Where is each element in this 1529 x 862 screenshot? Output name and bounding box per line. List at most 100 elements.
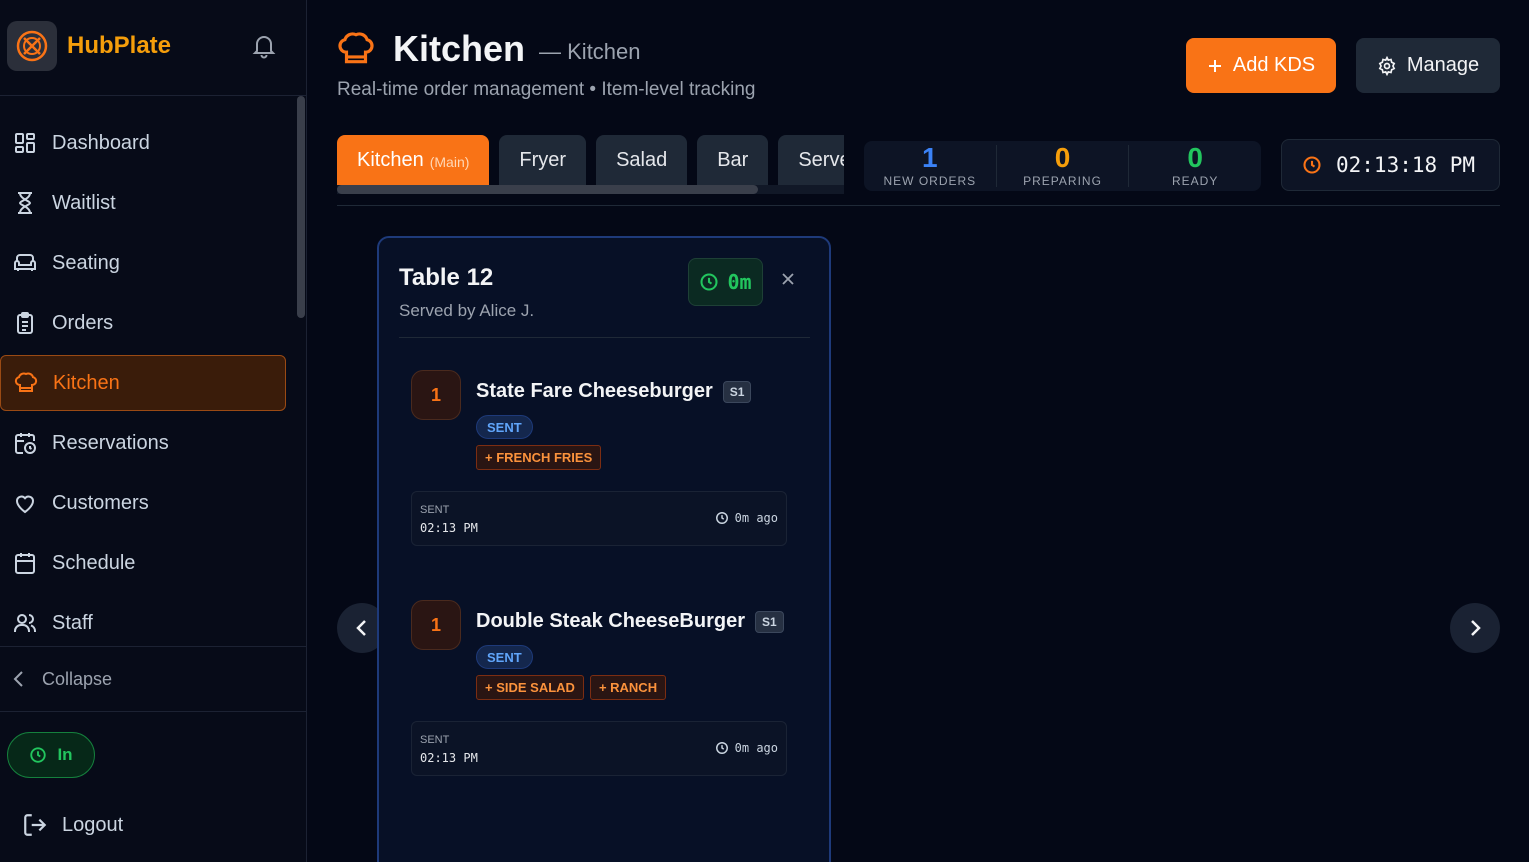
- heart-icon: [12, 490, 38, 516]
- page-header: Kitchen — Kitchen: [337, 28, 641, 70]
- tab-bar[interactable]: Bar: [697, 135, 769, 185]
- tab-kitchen[interactable]: Kitchen (Main): [337, 135, 490, 185]
- clock-icon: [1302, 155, 1322, 175]
- bell-icon[interactable]: [252, 33, 276, 64]
- stat-value: 0: [1187, 142, 1203, 173]
- page-title: Kitchen: [393, 28, 526, 69]
- stat-value: 0: [1054, 142, 1071, 173]
- sidebar-item-staff[interactable]: Staff: [0, 595, 296, 651]
- clipboard-icon: [12, 310, 38, 336]
- chevron-left-icon: [355, 618, 369, 638]
- sidebar-item-label: Staff: [52, 611, 93, 634]
- clock-time: 02:13:18 PM: [1336, 153, 1476, 177]
- sidebar-item-orders[interactable]: Orders: [0, 295, 296, 351]
- order-ticket[interactable]: Table 12 Served by Alice J. 0m 1 State F…: [377, 236, 831, 862]
- next-ticket-button[interactable]: [1450, 603, 1500, 653]
- sent-ago-value: 0m ago: [734, 511, 778, 525]
- tab-label: Bar: [717, 148, 749, 171]
- tab-label: Server: [798, 148, 844, 171]
- item-name-row: Double Steak CheeseBurger S1: [476, 610, 784, 633]
- clock-in-status-button[interactable]: In: [7, 732, 95, 778]
- chef-hat-icon: [337, 30, 375, 68]
- sidebar-item-kitchen[interactable]: Kitchen: [0, 355, 286, 411]
- item-name: State Fare Cheeseburger: [476, 380, 713, 402]
- clock-in-status: In: [57, 745, 73, 764]
- collapse-button[interactable]: Collapse: [0, 646, 306, 712]
- item-quantity: 1: [411, 370, 461, 420]
- stat-new-orders: 1 NEW ORDERS: [864, 142, 996, 189]
- status-badge[interactable]: SENT: [476, 415, 533, 439]
- stat-value: 1: [922, 142, 938, 173]
- chevron-left-icon: [12, 670, 26, 688]
- calendar-clock-icon: [12, 430, 38, 456]
- sidebar-nav: Dashboard Waitlist Seating Orders Kitche…: [0, 115, 296, 655]
- stat-label: READY: [1172, 174, 1219, 188]
- sidebar-item-label: Reservations: [52, 431, 169, 454]
- ticket-timer: 0m: [688, 258, 763, 306]
- close-icon[interactable]: [781, 272, 795, 291]
- sidebar-item-label: Dashboard: [52, 131, 150, 154]
- stat-label: PREPARING: [1023, 174, 1102, 188]
- sent-label: SENT: [420, 504, 450, 516]
- ticket-table: Table 12: [399, 264, 494, 291]
- add-kds-button[interactable]: Add KDS: [1186, 38, 1336, 93]
- live-clock: 02:13:18 PM: [1281, 139, 1500, 191]
- sidebar-item-label: Kitchen: [53, 371, 120, 394]
- sidebar-item-seating[interactable]: Seating: [0, 235, 296, 291]
- clock-icon: [715, 742, 728, 754]
- station-tabs: Kitchen (Main) Fryer Salad Bar Server: [337, 135, 844, 195]
- sent-info: SENT 02:13 PM 0m ago: [411, 491, 787, 546]
- tab-salad[interactable]: Salad: [596, 135, 688, 185]
- sent-ago-value: 0m ago: [734, 741, 778, 755]
- modifiers: + FRENCH FRIES: [476, 445, 602, 470]
- sidebar-item-reservations[interactable]: Reservations: [0, 415, 296, 471]
- tab-label: Kitchen: [357, 148, 424, 171]
- logout-label: Logout: [62, 813, 124, 836]
- gear-icon: [1377, 55, 1397, 76]
- chef-hat-icon: [13, 370, 39, 396]
- header-divider: [337, 205, 1500, 206]
- tabs-scrollbar[interactable]: [337, 185, 758, 194]
- tab-label: Salad: [616, 148, 668, 171]
- modifier-tag: + FRENCH FRIES: [476, 445, 602, 470]
- plus-icon: [1207, 58, 1223, 74]
- sent-ago: 0m ago: [715, 511, 778, 525]
- ticket-timer-value: 0m: [727, 270, 752, 294]
- sofa-icon: [12, 250, 38, 276]
- sidebar-item-schedule[interactable]: Schedule: [0, 535, 296, 591]
- modifier-tag: + RANCH: [589, 675, 667, 700]
- item-name-row: State Fare Cheeseburger S1: [476, 380, 752, 403]
- manage-button[interactable]: Manage: [1356, 38, 1500, 93]
- manage-label: Manage: [1406, 54, 1480, 76]
- sent-time: 02:13 PM: [420, 521, 478, 535]
- logout-icon: [22, 812, 48, 838]
- item-quantity: 1: [411, 600, 461, 650]
- order-stats: 1 NEW ORDERS 0 PREPARING 0 READY: [864, 141, 1261, 191]
- sidebar-item-waitlist[interactable]: Waitlist: [0, 175, 296, 231]
- sidebar-item-dashboard[interactable]: Dashboard: [0, 115, 296, 171]
- add-kds-label: Add KDS: [1232, 54, 1316, 76]
- sidebar-item-label: Schedule: [52, 551, 136, 574]
- modifier-tag: + SIDE SALAD: [476, 675, 584, 700]
- app-logo-icon[interactable]: [7, 21, 57, 71]
- sent-ago: 0m ago: [715, 741, 778, 755]
- sidebar-scrollbar[interactable]: [297, 96, 305, 318]
- tab-server[interactable]: Server: [778, 135, 844, 185]
- seat-badge: S1: [722, 380, 752, 403]
- modifiers: + SIDE SALAD + RANCH: [476, 675, 667, 700]
- logout-button[interactable]: Logout: [22, 812, 123, 838]
- clock-icon: [29, 746, 47, 764]
- stat-preparing: 0 PREPARING: [995, 142, 1129, 188]
- tab-fryer[interactable]: Fryer: [499, 135, 587, 185]
- sidebar-item-customers[interactable]: Customers: [0, 475, 296, 531]
- seat-badge: S1: [754, 610, 784, 633]
- sidebar-item-label: Waitlist: [52, 191, 116, 214]
- clock-icon: [715, 512, 728, 524]
- page-subtitle: Real-time order management • Item-level …: [337, 79, 756, 100]
- users-icon: [12, 610, 38, 636]
- page-title-station: — Kitchen: [539, 39, 641, 64]
- clock-icon: [699, 272, 719, 292]
- calendar-icon: [12, 550, 38, 576]
- stat-label: NEW ORDERS: [883, 174, 977, 188]
- status-badge[interactable]: SENT: [476, 645, 533, 669]
